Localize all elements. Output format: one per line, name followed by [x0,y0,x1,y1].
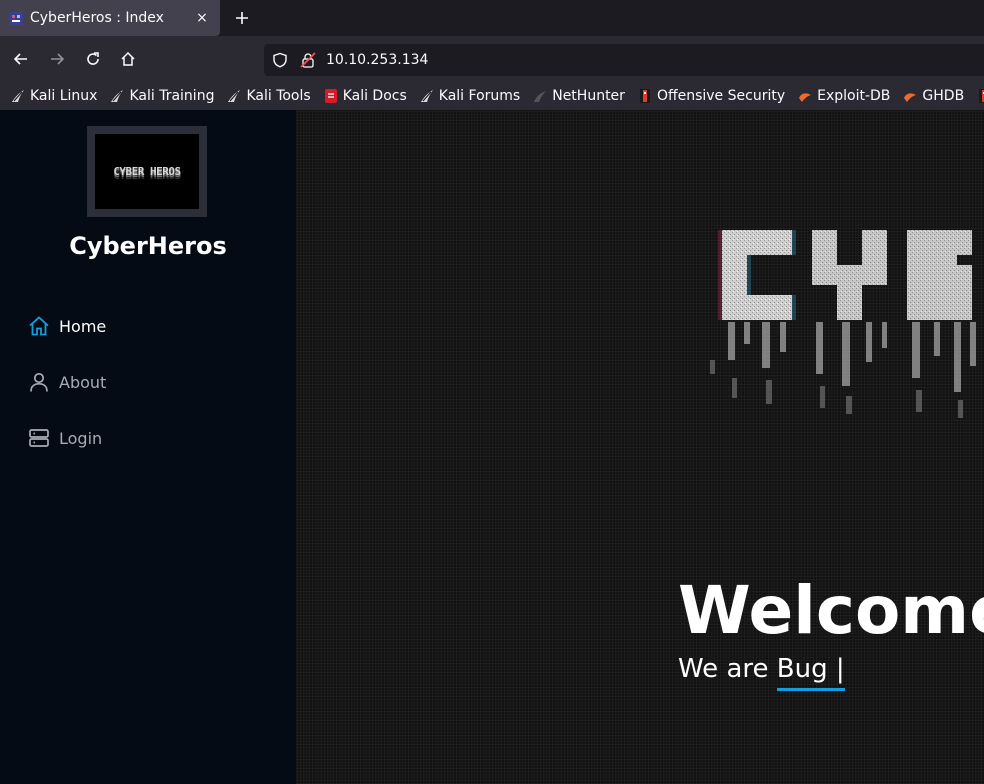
kali-dragon-icon [226,88,242,104]
forward-button[interactable] [44,46,70,72]
exploitdb-icon [797,88,813,104]
sidebar: CYBER HEROS CyberHeros Home About Login [0,110,296,784]
hero-tagline: We are Bug | [678,654,845,691]
house-icon [28,315,50,337]
nav-item-home[interactable]: Home [28,298,106,354]
arrow-left-icon [13,53,27,65]
person-icon [28,371,50,393]
browser-toolbar: 10.10.253.134 [0,36,984,82]
tab-close-icon[interactable]: × [192,10,212,26]
typed-text: Bug | [776,654,845,691]
server-icon [28,427,50,449]
bookmark-label: Kali Forums [438,88,521,104]
bookmark-label: NetHunter [552,88,625,104]
bookmark-kali-docs[interactable]: Kali Docs [323,88,407,104]
kali-dragon-icon [419,88,435,104]
site-favicon-icon [9,12,23,25]
bookmark-label: Kali Docs [342,88,407,104]
reload-button[interactable] [80,46,106,72]
bookmark-kali-training[interactable]: Kali Training [109,88,214,104]
nethunter-icon [532,88,548,104]
bookmark-ghdb[interactable]: GHDB [902,88,964,104]
browser-tab-strip: CyberHeros : Index × [0,0,984,36]
nav-item-about[interactable]: About [28,354,106,410]
bookmark-nethunter[interactable]: NetHunter [532,88,625,104]
url-bar[interactable]: 10.10.253.134 [264,44,984,76]
bookmark-label: Kali Tools [246,88,311,104]
glitch-logo-image [710,230,976,418]
kali-dragon-icon [10,88,26,104]
offsec-icon [637,88,653,104]
nav-label-home: Home [59,316,107,336]
bookmark-kali-forums[interactable]: Kali Forums [419,88,520,104]
reload-icon [87,52,99,65]
hero-section: Welcome We are Bug | [296,110,984,784]
back-button[interactable] [8,46,34,72]
bookmark-label: GHDB [922,88,965,104]
site-logo[interactable]: CYBER HEROS [87,126,207,217]
offsec-icon [976,88,984,104]
tagline-prefix: We are [678,654,777,684]
bookmarks-toolbar: Kali Linux Kali Training Kali Tools Kali Do… [0,82,984,110]
new-tab-button[interactable] [228,4,256,32]
bookmark-kali-linux[interactable]: Kali Linux [10,88,97,104]
web-page: CYBER HEROS CyberHeros Home About Login … [0,110,984,784]
logo-frame: CYBER HEROS [95,134,199,209]
kali-docs-icon [323,88,339,104]
nav-label-about: About [59,372,107,392]
bookmark-offensive-security[interactable]: Offensive Security [637,88,785,104]
browser-tab[interactable]: CyberHeros : Index × [0,0,220,36]
main-nav: Home About Login [28,298,106,466]
bookmark-label: Offensive Security [656,88,786,104]
nav-item-login[interactable]: Login [28,410,106,466]
bookmark-label: Exploit-DB [817,88,891,104]
home-button[interactable] [115,46,141,72]
bookmark-kali-tools[interactable]: Kali Tools [226,88,311,104]
home-icon [121,51,135,66]
url-text[interactable]: 10.10.253.134 [326,52,428,68]
kali-dragon-icon [109,88,125,104]
bookmark-msf[interactable]: MSF [976,88,984,104]
logo-text: CYBER HEROS [113,165,181,178]
insecure-lock-icon[interactable] [300,52,316,68]
arrow-right-icon [51,53,65,65]
plus-icon [236,12,248,24]
welcome-heading: Welcome [678,572,984,649]
nav-label-login: Login [59,428,103,448]
site-brand-name[interactable]: CyberHeros [0,232,296,260]
bookmark-label: Kali Linux [30,88,98,104]
tab-title: CyberHeros : Index [30,10,164,26]
bookmark-label: Kali Training [129,88,215,104]
bookmark-exploit-db[interactable]: Exploit-DB [797,88,890,104]
ghdb-icon [902,88,918,104]
shield-icon[interactable] [272,52,288,68]
